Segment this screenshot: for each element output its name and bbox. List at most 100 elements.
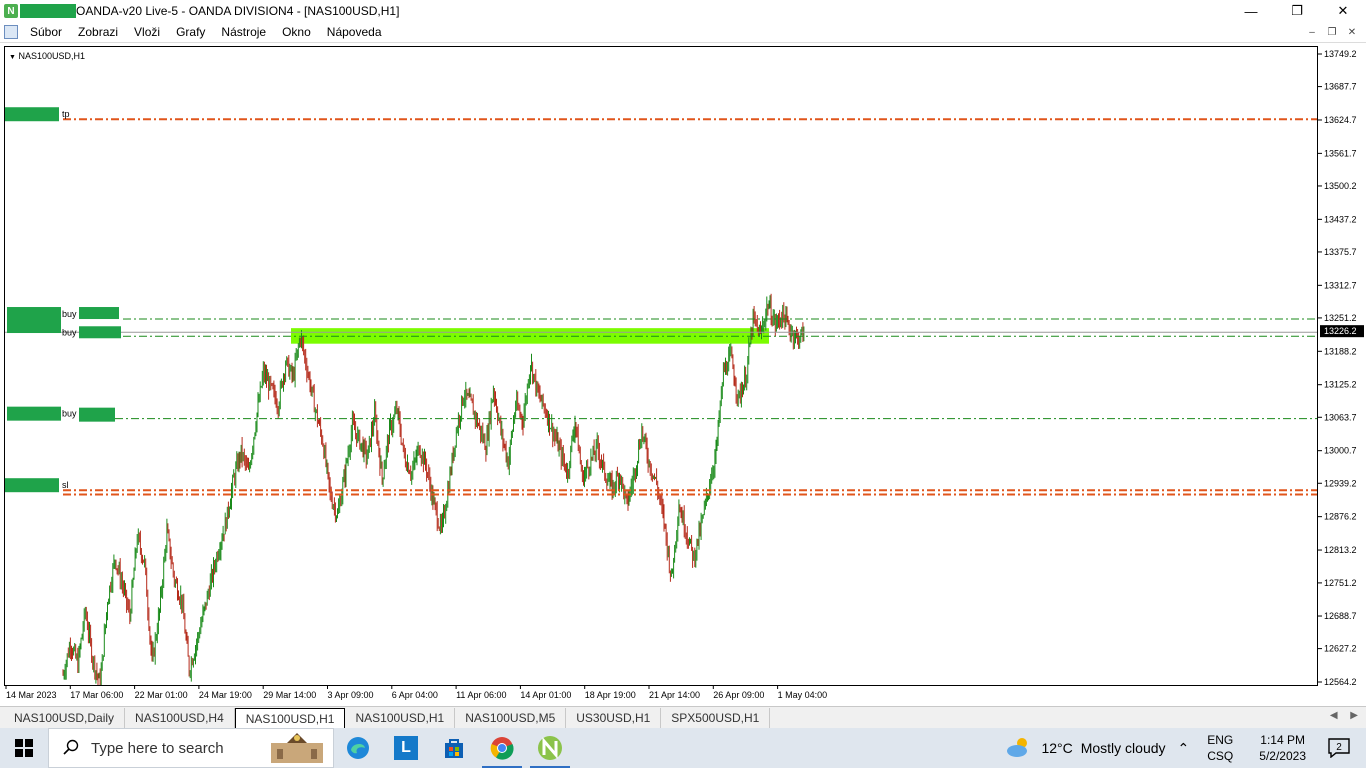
price-tick-label: 13437.2 — [1324, 214, 1357, 224]
edge-browser-icon[interactable] — [334, 728, 382, 768]
restore-icon[interactable]: ❐ — [1274, 0, 1320, 22]
chart-area[interactable]: tp buy buy buy sl ▼ NAS100USD,H1 — [4, 46, 1318, 686]
notification-icon[interactable]: 2 — [1326, 737, 1352, 759]
menu-subor[interactable]: Súbor — [22, 25, 70, 39]
time-tick-label: 14 Mar 2023 — [6, 690, 57, 700]
time-tick-label: 29 Mar 14:00 — [263, 690, 316, 700]
minimize-icon[interactable]: — — [1228, 0, 1274, 22]
tp-label: tp — [62, 109, 70, 119]
title-bar: N OANDA-v20 Live-5 - OANDA DIVISION4 - [… — [0, 0, 1366, 22]
close-icon[interactable]: ✕ — [1320, 0, 1366, 22]
buy-label-1: buy — [62, 309, 77, 319]
time-tick-label: 24 Mar 19:00 — [199, 690, 252, 700]
time-axis: 14 Mar 2023 17 Mar 06:00 22 Mar 01:00 24 Ma… — [5, 686, 828, 700]
symbol-label: ▼ NAS100USD,H1 — [9, 51, 85, 61]
price-tick-label: 12813.2 — [1324, 545, 1357, 555]
menu-grafy[interactable]: Grafy — [168, 25, 213, 39]
search-icon — [63, 739, 79, 758]
weather-temp: 12°C — [1041, 740, 1073, 756]
price-tick-label: 12688.7 — [1324, 611, 1357, 621]
menu-vlozi[interactable]: Vloži — [126, 25, 168, 39]
mdi-minimize-icon[interactable]: – — [1302, 27, 1322, 38]
redacted-block — [7, 406, 61, 421]
tab-scroll-right-icon[interactable]: ▶ — [1350, 710, 1358, 721]
tab-nas100-h1[interactable]: NAS100USD,H1 — [345, 708, 456, 728]
price-tick-label: 12627.2 — [1324, 644, 1357, 654]
cloudy-weather-icon — [1005, 736, 1033, 761]
chrome-icon[interactable] — [478, 728, 526, 768]
time-tick-label: 6 Apr 04:00 — [392, 690, 438, 700]
price-tick-label: 13312.7 — [1324, 280, 1357, 290]
chart-tabs: NAS100USD,Daily NAS100USD,H4 NAS100USD,H… — [0, 706, 1366, 728]
notification-count: 2 — [1336, 742, 1342, 753]
buy-label-3: buy — [62, 409, 77, 419]
tab-scroll-left-icon[interactable]: ◀ — [1330, 710, 1338, 721]
window-title: OANDA-v20 Live-5 - OANDA DIVISION4 - [NA… — [76, 4, 400, 18]
tab-spx500-h1[interactable]: SPX500USD,H1 — [661, 708, 771, 728]
tab-nas100-m5[interactable]: NAS100USD,M5 — [455, 708, 567, 728]
price-tick-label: 13624.7 — [1324, 115, 1357, 125]
price-tick-label: 12939.2 — [1324, 478, 1357, 488]
price-tick-label: 12564.2 — [1324, 677, 1357, 686]
chevron-up-icon[interactable]: ⌃ — [1178, 740, 1190, 757]
windows-start-icon[interactable] — [0, 728, 48, 768]
price-tick-label: 13561.7 — [1324, 148, 1357, 158]
tab-us30-h1[interactable]: US30USD,H1 — [566, 708, 662, 728]
l-app-icon[interactable]: L — [382, 728, 430, 768]
price-tick-label: 13500.2 — [1324, 181, 1357, 191]
redacted-block — [79, 326, 121, 339]
menu-nastroje[interactable]: Nástroje — [213, 25, 274, 39]
redacted-block — [20, 4, 76, 18]
document-icon[interactable] — [4, 25, 18, 39]
price-chart[interactable]: tp buy buy buy sl — [5, 47, 1317, 685]
tab-nas100-h4[interactable]: NAS100USD,H4 — [125, 708, 235, 728]
oanda-mt4-icon[interactable] — [526, 728, 574, 768]
language-indicator[interactable]: ENG CSQ — [1207, 732, 1233, 764]
price-tick-label: 12876.2 — [1324, 512, 1357, 522]
tab-nas100-h1-active[interactable]: NAS100USD,H1 — [234, 708, 346, 728]
redacted-block — [79, 307, 119, 320]
system-tray: 12°C Mostly cloudy ⌃ ENG CSQ 1:14 PM 5/2… — [1005, 728, 1366, 768]
redacted-block — [79, 407, 115, 422]
time-tick-label: 3 Apr 09:00 — [328, 690, 374, 700]
collapse-triangle-icon[interactable]: ▼ — [9, 54, 16, 61]
menu-okno[interactable]: Okno — [274, 25, 319, 39]
time-tick-label: 1 May 04:00 — [778, 690, 828, 700]
price-tick-label: 13125.2 — [1324, 380, 1357, 390]
price-tick-label: 13000.7 — [1324, 446, 1357, 456]
menu-napoveda[interactable]: Nápoveda — [319, 25, 390, 39]
redacted-block — [7, 307, 61, 334]
time-tick-label: 22 Mar 01:00 — [135, 690, 188, 700]
redacted-block — [5, 478, 59, 493]
chart-window[interactable]: tp buy buy buy sl ▼ NAS100USD,H1 13749.2 1368… — [4, 46, 1366, 702]
time-tick-label: 17 Mar 06:00 — [70, 690, 123, 700]
price-tick-label: 13749.2 — [1324, 49, 1357, 59]
mdi-restore-icon[interactable]: ❐ — [1322, 27, 1342, 38]
sl-label: sl — [62, 480, 69, 490]
store-icon[interactable] — [430, 728, 478, 768]
clock[interactable]: 1:14 PM 5/2/2023 — [1259, 732, 1306, 764]
price-axis: 13749.2 13687.7 13624.7 13561.7 13500.2 13437… — [1318, 49, 1364, 686]
menu-zobrazi[interactable]: Zobrazi — [70, 25, 126, 39]
redacted-block — [5, 107, 59, 122]
price-tick-label: 13063.7 — [1324, 412, 1357, 422]
app-logo-icon: N — [4, 4, 18, 18]
search-placeholder: Type here to search — [91, 739, 224, 757]
time-tick-label: 14 Apr 01:00 — [520, 690, 571, 700]
search-decoration-icon — [265, 731, 329, 766]
windows-taskbar: Type here to search L 12°C Mostly cloudy… — [0, 728, 1366, 768]
price-tick-label: 13687.7 — [1324, 82, 1357, 92]
taskbar-search[interactable]: Type here to search — [48, 728, 334, 768]
weather-widget[interactable]: 12°C Mostly cloudy — [1005, 736, 1166, 761]
time-tick-label: 11 Apr 06:00 — [456, 690, 506, 700]
menu-bar: Súbor Zobrazi Vloži Grafy Nástroje Okno … — [0, 22, 1366, 43]
time-tick-label: 18 Apr 19:00 — [585, 690, 636, 700]
tab-nas100-daily[interactable]: NAS100USD,Daily — [4, 708, 126, 728]
buy-label-2: buy — [62, 327, 77, 337]
current-price-label: 13226.2 — [1324, 326, 1357, 336]
weather-desc: Mostly cloudy — [1080, 740, 1166, 756]
time-tick-label: 26 Apr 09:00 — [713, 690, 764, 700]
price-tick-label: 13375.7 — [1324, 247, 1357, 257]
mdi-close-icon[interactable]: ✕ — [1342, 27, 1362, 38]
price-tick-label: 13188.2 — [1324, 346, 1357, 356]
